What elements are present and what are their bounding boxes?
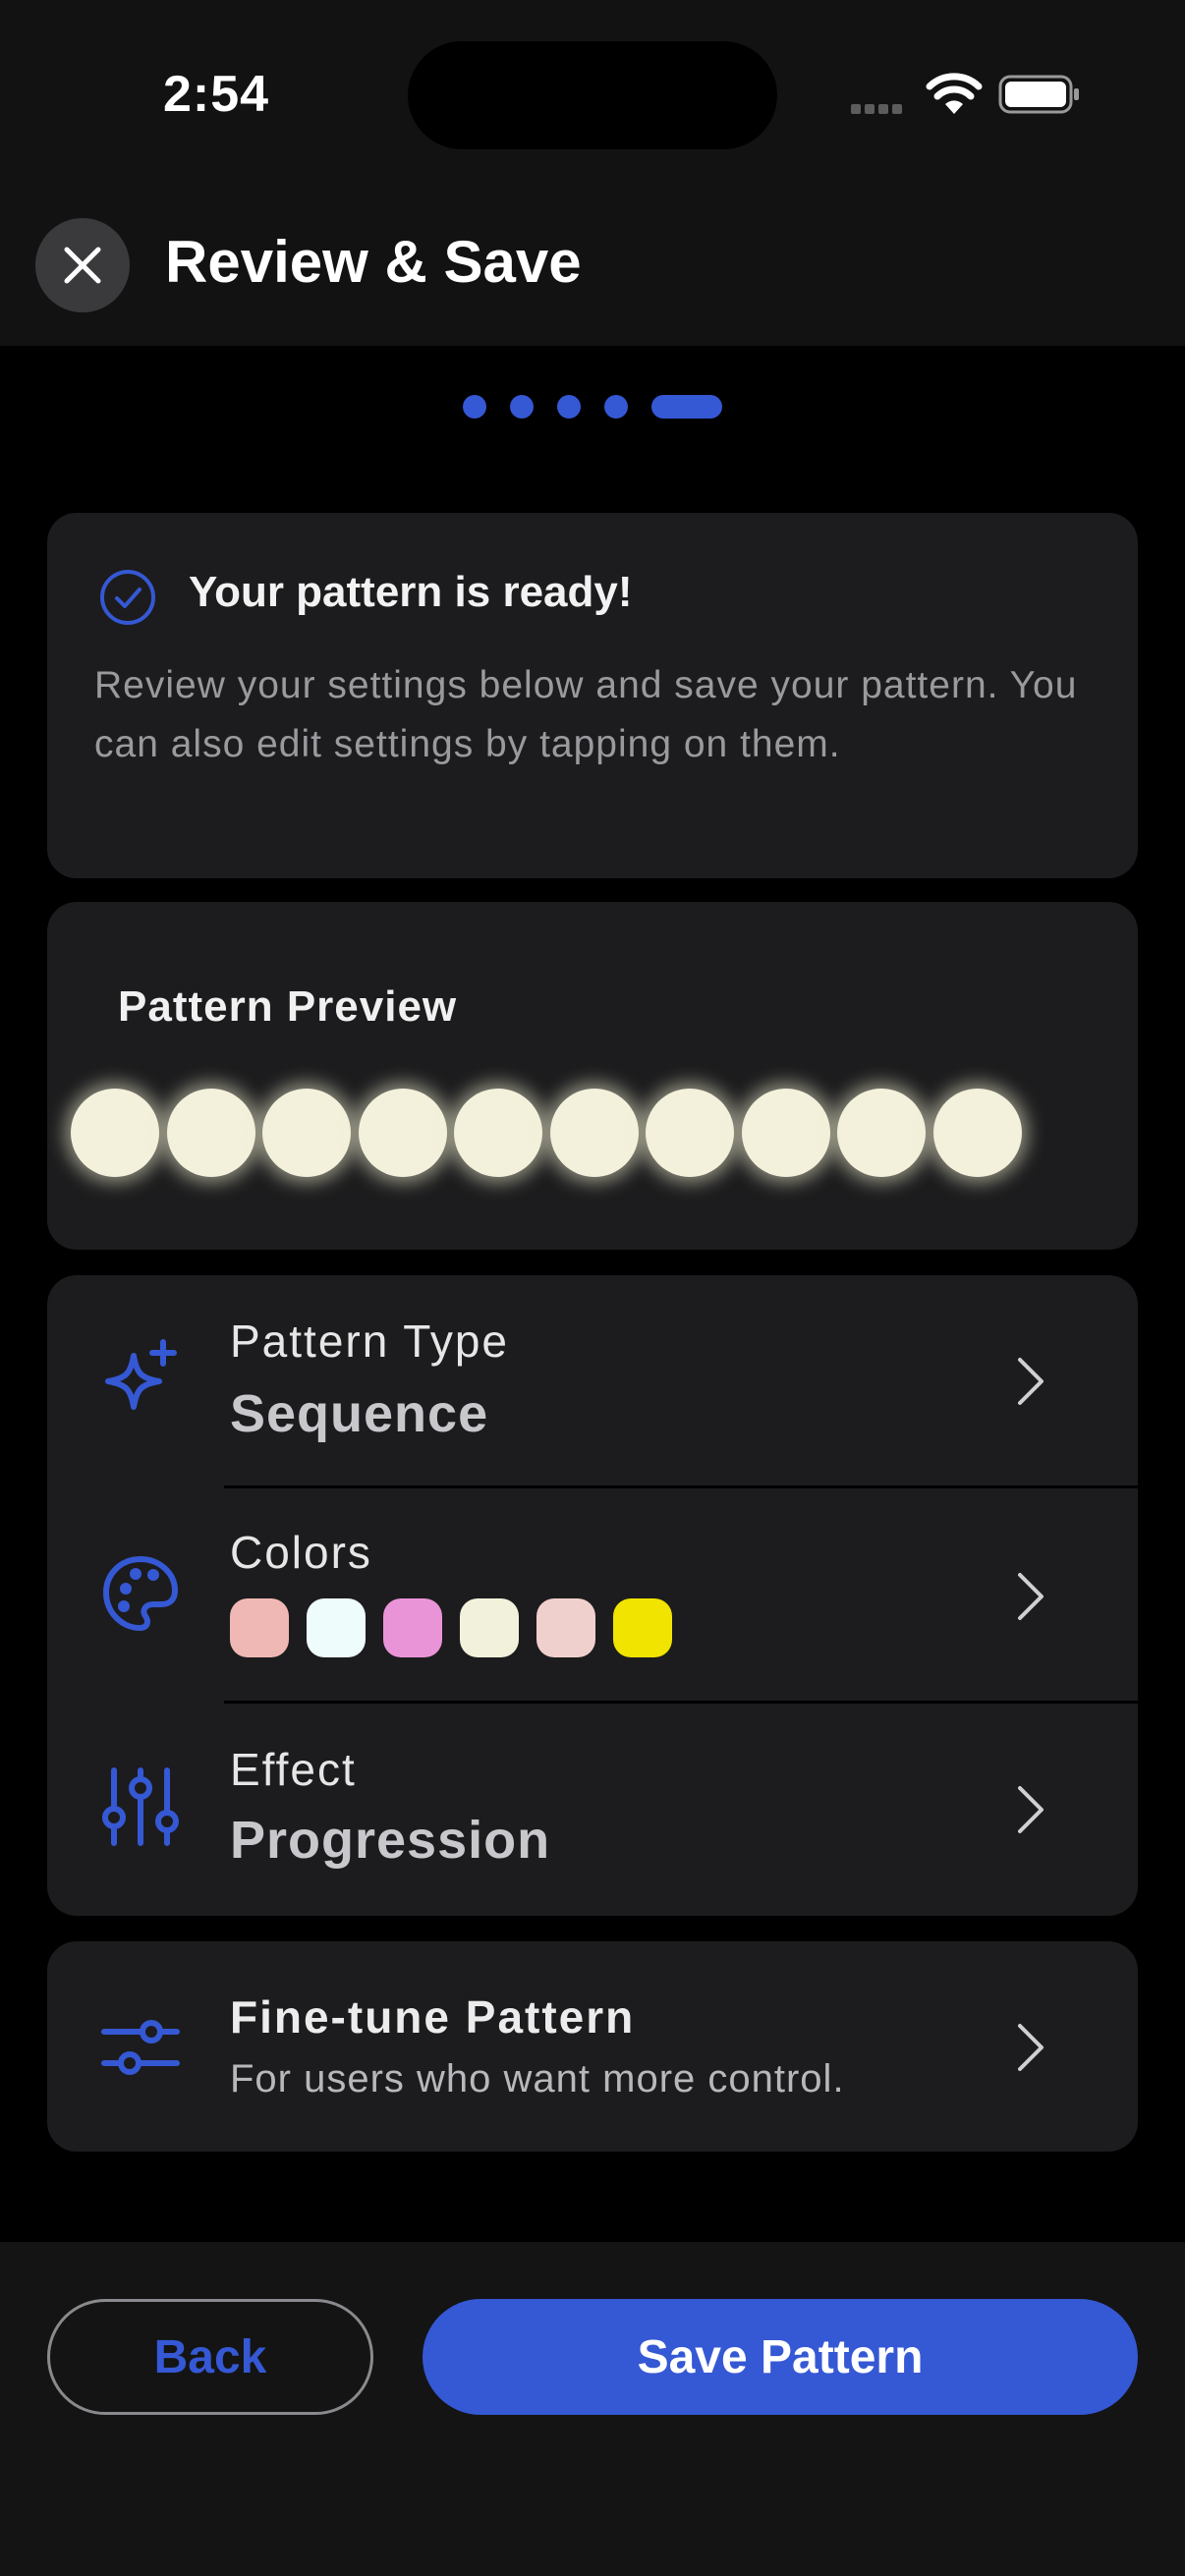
color-swatch (230, 1598, 289, 1657)
dynamic-island (408, 41, 777, 149)
step-dot (604, 395, 628, 419)
color-swatch (536, 1598, 595, 1657)
fine-tune-subtitle: For users who want more control. (230, 2057, 845, 2100)
chevron-right-icon (1018, 1786, 1044, 1833)
effect-row[interactable]: Effect Progression (47, 1704, 1138, 1916)
cellular-signal-icon (851, 104, 908, 114)
step-dot (463, 395, 486, 419)
color-swatch (613, 1598, 672, 1657)
preview-bulb (71, 1089, 159, 1177)
page-title: Review & Save (165, 229, 582, 295)
status-time: 2:54 (163, 66, 270, 123)
sliders-vertical-icon (102, 1767, 179, 1846)
close-icon (64, 247, 101, 284)
preview-bulb (741, 1089, 830, 1177)
sparkles-icon (105, 1339, 177, 1410)
save-pattern-button[interactable]: Save Pattern (423, 2299, 1138, 2415)
ready-title: Your pattern is ready! (189, 568, 633, 616)
step-dot (557, 395, 581, 419)
preview-bulbs (71, 1089, 1073, 1177)
step-indicator (0, 393, 1185, 420)
chevron-right-icon (1018, 1358, 1044, 1405)
pattern-type-row[interactable]: Pattern Type Sequence (47, 1275, 1138, 1485)
color-swatch (307, 1598, 366, 1657)
preview-bulb (454, 1089, 542, 1177)
preview-bulb (358, 1089, 447, 1177)
color-swatch (383, 1598, 442, 1657)
palette-icon (103, 1556, 178, 1631)
ready-description: Review your settings below and save your… (94, 664, 1078, 765)
pattern-preview-card: Pattern Preview (47, 902, 1138, 1250)
preview-title: Pattern Preview (118, 982, 458, 1031)
battery-icon (998, 75, 1079, 114)
pattern-type-label: Pattern Type (230, 1316, 509, 1367)
colors-row[interactable]: Colors (47, 1488, 1138, 1701)
preview-bulb (549, 1089, 639, 1177)
color-swatches (230, 1598, 672, 1657)
back-button[interactable]: Back (47, 2299, 373, 2415)
preview-bulb (837, 1089, 926, 1177)
sliders-horizontal-icon (101, 2020, 180, 2075)
chevron-right-icon (1018, 1573, 1044, 1620)
effect-label: Effect (230, 1744, 357, 1795)
step-dot (510, 395, 534, 419)
preview-bulb (646, 1089, 734, 1177)
preview-bulb (262, 1089, 351, 1177)
color-swatch (460, 1598, 519, 1657)
chevron-right-icon (1018, 2024, 1044, 2071)
status-bar: 2:54 (0, 0, 1185, 206)
fine-tune-title: Fine-tune Pattern (230, 1991, 636, 2043)
check-circle-icon (100, 570, 155, 625)
settings-card: Pattern Type Sequence Colors Effect Prog… (47, 1275, 1138, 1916)
colors-label: Colors (230, 1527, 372, 1578)
effect-value: Progression (230, 1811, 551, 1870)
preview-bulb (166, 1089, 255, 1177)
fine-tune-card[interactable]: Fine-tune Pattern For users who want mor… (47, 1941, 1138, 2152)
preview-bulb (932, 1089, 1022, 1177)
wifi-icon (926, 73, 983, 114)
close-button[interactable] (35, 218, 130, 312)
step-dot-active (651, 395, 722, 419)
pattern-type-value: Sequence (230, 1384, 489, 1443)
ready-card: Your pattern is ready! Review your setti… (47, 513, 1138, 878)
